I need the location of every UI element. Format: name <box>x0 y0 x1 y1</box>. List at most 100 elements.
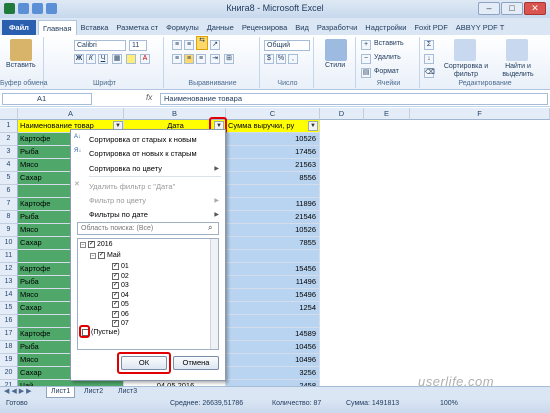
cell-c[interactable] <box>226 185 320 198</box>
format-cells-button[interactable]: Формат <box>374 68 399 75</box>
col-header-c[interactable]: C <box>226 108 320 120</box>
cell-c[interactable]: 7855 <box>226 237 320 250</box>
fill-icon[interactable]: ↓ <box>424 54 434 64</box>
collapse-icon[interactable]: − <box>90 252 96 259</box>
sheet-nav-icon[interactable]: ◀◀▶▶ <box>4 387 34 395</box>
row-header[interactable]: 8 <box>0 211 18 224</box>
row-header[interactable]: 10 <box>0 237 18 250</box>
font-color-icon[interactable]: A <box>140 54 150 64</box>
find-select-button[interactable]: Найти и выделить <box>496 63 540 79</box>
styles-icon[interactable] <box>325 39 347 61</box>
checkbox-day[interactable]: ✓ <box>112 263 119 270</box>
status-zoom[interactable]: 100% <box>440 400 458 407</box>
cell-c[interactable]: 11896 <box>226 198 320 211</box>
row-header[interactable]: 3 <box>0 146 18 159</box>
checkbox-day[interactable]: ✓ <box>112 301 119 308</box>
tab-insert[interactable]: Вставка <box>77 20 113 35</box>
cell-c[interactable]: 1254 <box>226 302 320 315</box>
fx-icon[interactable]: fx <box>146 93 152 102</box>
sort-filter-button[interactable]: Сортировка и фильтр <box>442 63 490 79</box>
tree-day-row[interactable]: ✓ 04 <box>112 291 129 299</box>
checkbox-day[interactable]: ✓ <box>112 282 119 289</box>
sort-old-to-new[interactable]: Сортировка от старых к новым <box>89 135 197 144</box>
cell-c[interactable]: 10526 <box>226 224 320 237</box>
wrap-text-icon[interactable]: ⇆ <box>196 36 208 50</box>
insert-cells-button[interactable]: Вставить <box>374 40 404 47</box>
tree-day-row[interactable]: ✓ 01 <box>112 263 129 270</box>
paste-icon[interactable] <box>10 39 32 61</box>
close-button[interactable]: ✕ <box>524 2 546 15</box>
checkbox-day[interactable]: ✓ <box>112 291 119 299</box>
sort-by-color[interactable]: Сортировка по цвету <box>89 164 162 173</box>
cell-c[interactable]: 10456 <box>226 341 320 354</box>
row-header[interactable]: 19 <box>0 354 18 367</box>
header-cell-c[interactable]: Сумма выручки, ру <box>226 120 320 133</box>
cell-c[interactable]: 10526 <box>226 133 320 146</box>
tree-month-row[interactable]: − ✓ Май <box>90 252 121 259</box>
filter-dropdown-c[interactable]: ▼ <box>308 121 318 131</box>
tree-day-row[interactable]: ✓ 05 <box>112 301 129 308</box>
tab-page-layout[interactable]: Разметка ст <box>112 20 162 35</box>
tab-addins[interactable]: Надстройки <box>361 20 410 35</box>
name-box[interactable]: A1 <box>2 93 92 105</box>
row-header[interactable]: 9 <box>0 224 18 237</box>
sort-new-to-old[interactable]: Сортировка от новых к старым <box>89 149 197 158</box>
tree-scrollbar[interactable] <box>210 239 218 349</box>
checkbox-year[interactable]: ✓ <box>88 241 95 248</box>
row-header[interactable]: 16 <box>0 315 18 328</box>
cell-c[interactable]: 10496 <box>226 354 320 367</box>
row-header[interactable]: 18 <box>0 341 18 354</box>
filter-search-input[interactable]: Область поиска: (Все) <box>77 222 219 235</box>
col-header-e[interactable]: E <box>364 108 410 120</box>
tab-view[interactable]: Вид <box>291 20 313 35</box>
cell-c[interactable]: 11496 <box>226 276 320 289</box>
orientation-icon[interactable]: ↗ <box>210 40 220 50</box>
tree-day-row[interactable]: ✓ 07 <box>112 320 129 327</box>
filter-by-color[interactable]: Фильтр по цвету <box>89 196 146 205</box>
row-header[interactable]: 12 <box>0 263 18 276</box>
tree-year-row[interactable]: − ✓ 2016 <box>80 241 113 248</box>
row-header[interactable]: 2 <box>0 133 18 146</box>
cell-c[interactable]: 15456 <box>226 263 320 276</box>
cell-c[interactable]: 21563 <box>226 159 320 172</box>
styles-label[interactable]: Стили <box>325 62 345 69</box>
cell-c[interactable]: 8556 <box>226 172 320 185</box>
tab-developer[interactable]: Разработчи <box>313 20 361 35</box>
cell-c[interactable]: 17456 <box>226 146 320 159</box>
row-header[interactable]: 7 <box>0 198 18 211</box>
number-format-select[interactable]: Общий <box>264 40 310 51</box>
select-all-corner[interactable] <box>0 108 18 120</box>
cell-c[interactable]: 15496 <box>226 289 320 302</box>
tab-formulas[interactable]: Формулы <box>162 20 203 35</box>
checkbox-day[interactable]: ✓ <box>112 320 119 327</box>
tree-day-row[interactable]: ✓ 03 <box>112 282 129 289</box>
cell-c[interactable]: 21546 <box>226 211 320 224</box>
row-header[interactable]: 20 <box>0 367 18 380</box>
cancel-button[interactable]: Отмена <box>173 356 219 370</box>
fill-color-icon[interactable] <box>126 54 136 64</box>
sheet-tab-3[interactable]: Лист3 <box>114 387 141 398</box>
row-header[interactable]: 13 <box>0 276 18 289</box>
align-left-icon[interactable]: ≡ <box>172 54 182 64</box>
minimize-button[interactable]: – <box>478 2 500 15</box>
tree-day-row[interactable]: ✓ 02 <box>112 272 129 280</box>
formula-input[interactable]: Наименование товара <box>160 93 548 105</box>
align-center-icon[interactable]: ≡ <box>184 54 194 64</box>
font-name-select[interactable]: Calibri <box>74 40 126 51</box>
italic-button[interactable]: К <box>86 54 96 64</box>
comma-icon[interactable]: , <box>288 54 298 64</box>
percent-icon[interactable]: % <box>276 54 286 64</box>
row-header[interactable]: 17 <box>0 328 18 341</box>
tab-file[interactable]: Файл <box>2 20 36 35</box>
tab-review[interactable]: Рецензирова <box>238 20 291 35</box>
checkbox-day[interactable]: ✓ <box>112 310 119 318</box>
delete-cells-button[interactable]: Удалить <box>374 54 401 61</box>
col-header-a[interactable]: A <box>18 108 124 120</box>
row-header[interactable]: 4 <box>0 159 18 172</box>
align-right-icon[interactable]: ≡ <box>196 54 206 64</box>
bold-button[interactable]: Ж <box>74 54 84 64</box>
cell-c[interactable]: 14589 <box>226 328 320 341</box>
tab-abbyy[interactable]: ABBYY PDF T <box>452 20 509 35</box>
remove-filter-item[interactable]: Удалить фильтр с "Дата" <box>89 182 175 191</box>
sheet-tab-1[interactable]: Лист1 <box>46 387 76 398</box>
